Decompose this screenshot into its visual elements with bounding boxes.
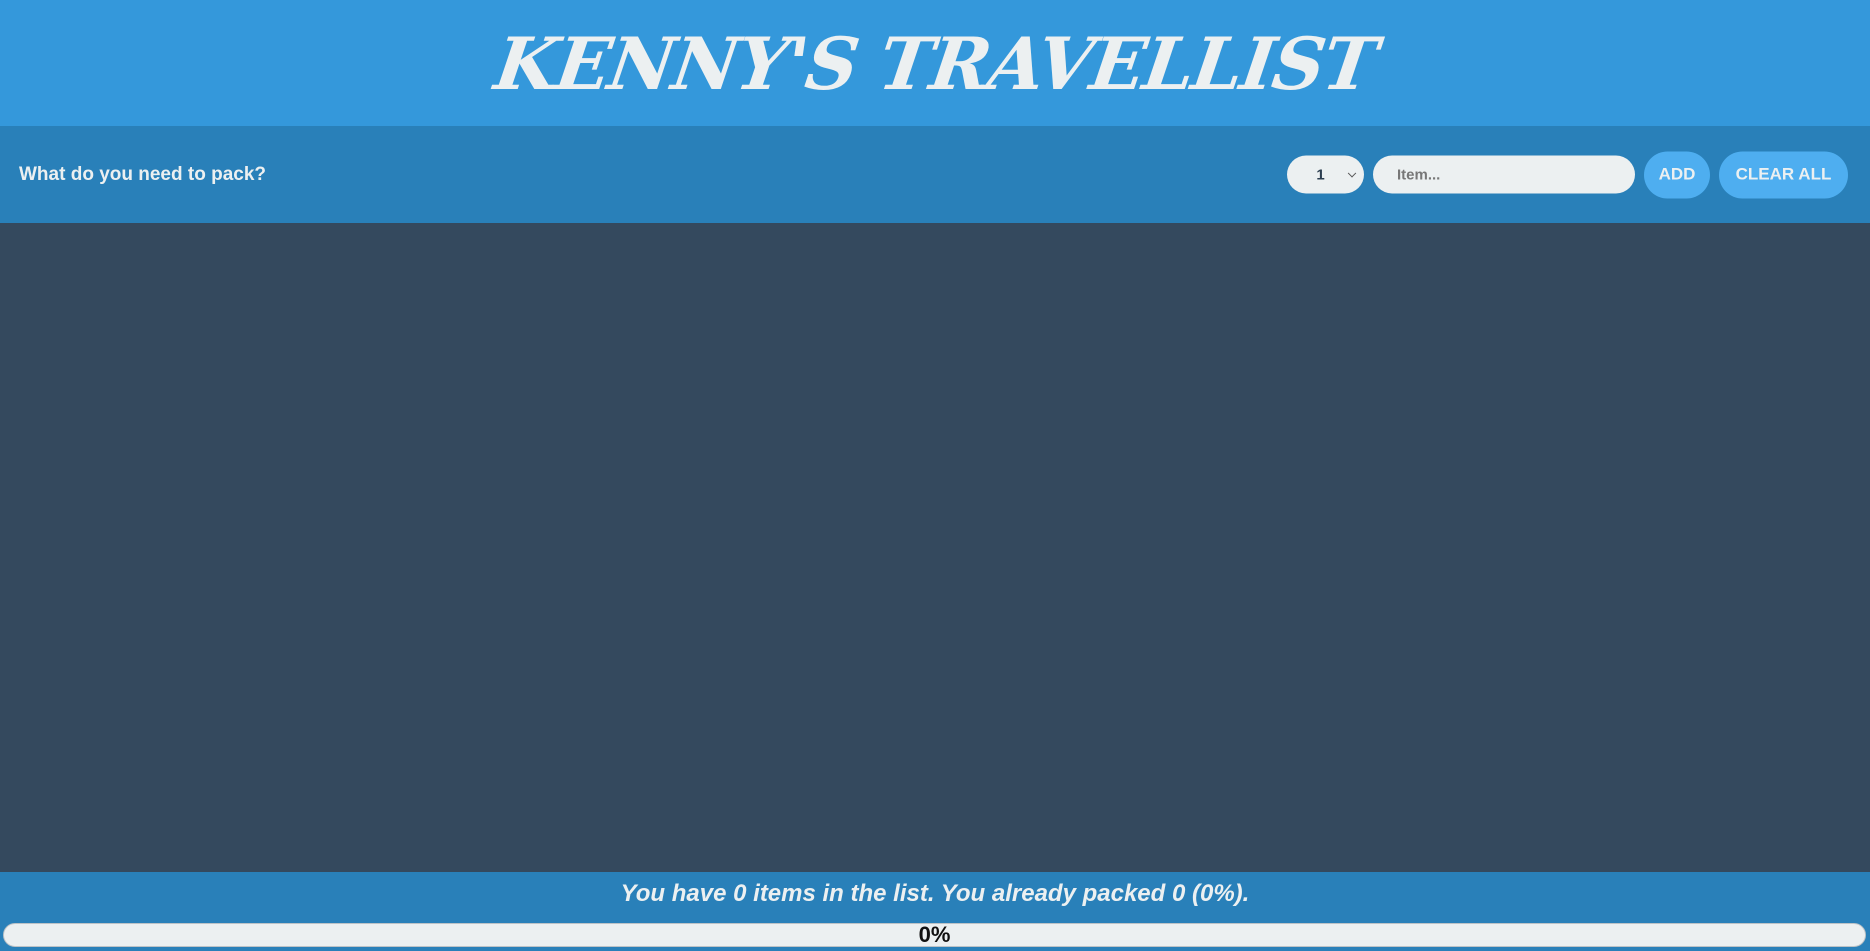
- stats-text: You have 0 items in the list. You alread…: [620, 880, 1250, 907]
- clear-all-button[interactable]: CLEAR ALL: [1719, 151, 1848, 198]
- quantity-value: 1: [1316, 166, 1325, 183]
- form-prompt: What do you need to pack?: [19, 163, 267, 185]
- progress-bar: 0%: [3, 923, 1866, 947]
- item-input[interactable]: [1373, 155, 1635, 194]
- progress-label: 0%: [918, 923, 951, 947]
- quantity-select[interactable]: 1: [1287, 155, 1364, 194]
- packing-list: [0, 223, 1870, 872]
- stats-footer: You have 0 items in the list. You alread…: [0, 872, 1870, 951]
- add-button[interactable]: ADD: [1644, 151, 1710, 198]
- app-header: Kenny's TravelList: [0, 0, 1870, 126]
- app-title: Kenny's TravelList: [489, 20, 1381, 106]
- form-controls: 1 ADD CLEAR ALL: [1287, 151, 1848, 198]
- add-item-form: What do you need to pack? 1 ADD CLEAR AL…: [0, 126, 1870, 223]
- chevron-down-icon: [1347, 169, 1357, 178]
